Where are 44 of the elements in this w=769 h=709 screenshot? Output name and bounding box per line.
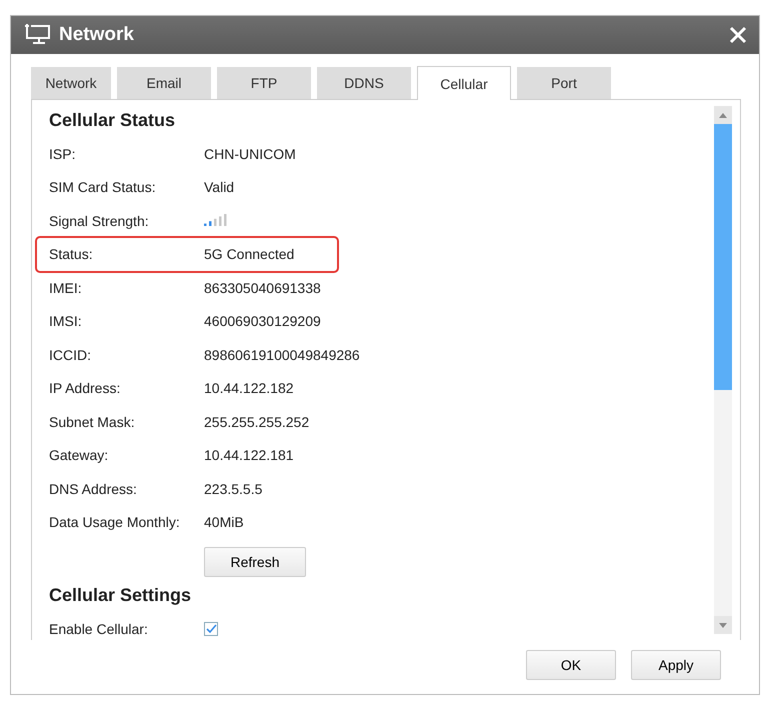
field-label: DNS Address: bbox=[49, 480, 138, 497]
tab[interactable]: Cellular bbox=[417, 66, 511, 100]
checkbox[interactable] bbox=[204, 622, 218, 636]
field-label: IMSI: bbox=[49, 313, 83, 330]
tab[interactable]: Port bbox=[517, 67, 611, 99]
dialog-button[interactable]: OK bbox=[526, 650, 616, 680]
field-value: 89860619100049849286 bbox=[204, 346, 360, 363]
field-value: 10.44.122.182 bbox=[204, 380, 294, 396]
section-heading: Cellular Settings bbox=[49, 585, 192, 606]
tab[interactable]: Network bbox=[31, 67, 111, 99]
field-value: 255.255.255.252 bbox=[204, 414, 310, 430]
field-label: Signal Strength: bbox=[49, 212, 150, 229]
refresh-button[interactable]: Refresh bbox=[204, 547, 306, 577]
field-label: IP Address: bbox=[49, 380, 122, 396]
tab[interactable]: Email bbox=[117, 67, 211, 99]
scrollbar[interactable] bbox=[714, 106, 732, 634]
section-heading: Cellular Status bbox=[49, 110, 176, 131]
field-label: Enable Cellular: bbox=[49, 620, 149, 637]
signal-strength-icon bbox=[204, 214, 228, 228]
scroll-up-icon[interactable] bbox=[719, 112, 727, 118]
close-icon[interactable] bbox=[729, 26, 747, 44]
field-label: Subnet Mask: bbox=[49, 414, 136, 430]
field-label: SIM Card Status: bbox=[49, 179, 157, 196]
field-value: 5G Connected bbox=[204, 246, 294, 262]
field-label: IMEI: bbox=[49, 280, 83, 296]
field-label: Status: bbox=[49, 246, 94, 262]
field-label: Data Usage Monthly: bbox=[49, 514, 181, 530]
field-value: CHN-UNICOM bbox=[204, 146, 296, 162]
field-label: ICCID: bbox=[49, 346, 92, 363]
dialog-button[interactable]: Apply bbox=[631, 650, 721, 680]
scroll-down-icon[interactable] bbox=[719, 622, 727, 628]
window-title: Network bbox=[59, 24, 134, 46]
field-label: Gateway: bbox=[49, 447, 110, 464]
monitor-icon bbox=[23, 23, 51, 47]
scrollbar-thumb[interactable] bbox=[714, 124, 732, 390]
field-value: 863305040691338 bbox=[204, 280, 321, 296]
field-label: ISP: bbox=[49, 146, 76, 162]
field-value: 40MiB bbox=[204, 514, 244, 530]
field-value: 223.5.5.5 bbox=[204, 480, 262, 497]
field-value: Valid bbox=[204, 179, 234, 196]
field-value: 10.44.122.181 bbox=[204, 447, 294, 464]
tab[interactable]: FTP bbox=[217, 67, 311, 99]
tab[interactable]: DDNS bbox=[317, 67, 411, 99]
field-value: 460069030129209 bbox=[204, 313, 321, 330]
